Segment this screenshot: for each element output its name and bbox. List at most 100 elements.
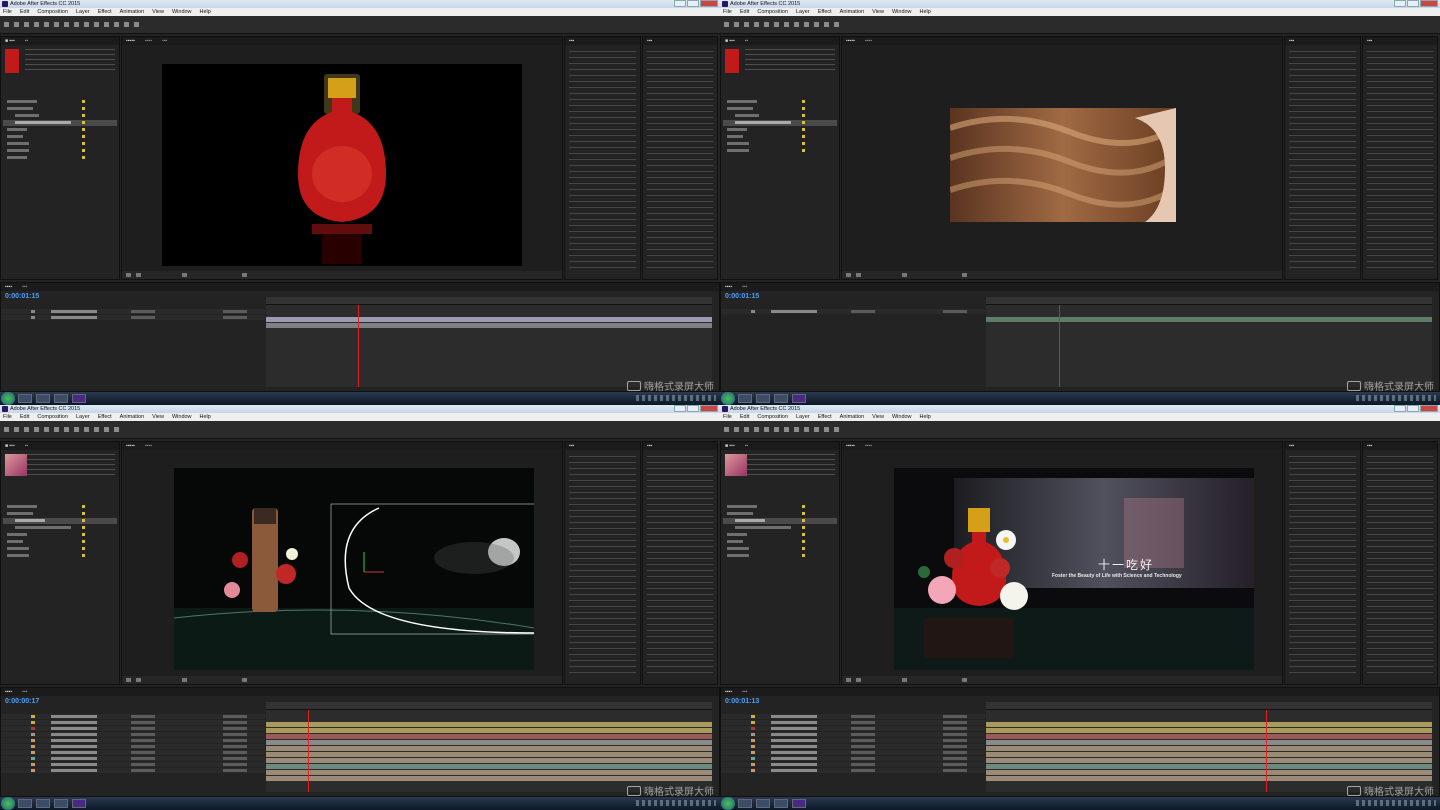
minimize-button[interactable] — [1394, 405, 1406, 412]
rotate-tool-icon[interactable] — [44, 427, 49, 432]
tab-footage[interactable]: ▪▪▪▪ — [865, 442, 872, 450]
pan-tool-icon[interactable] — [784, 427, 789, 432]
taskbar-ae[interactable] — [792, 394, 806, 403]
taskbar-ae[interactable] — [72, 799, 86, 808]
layer-bar[interactable] — [986, 722, 1432, 727]
tab-timeline[interactable]: ▪▪▪▪ — [725, 688, 732, 696]
timeline-area[interactable] — [266, 297, 712, 387]
rotate-tool-icon[interactable] — [764, 22, 769, 27]
time-ruler[interactable] — [986, 702, 1432, 710]
stamp-tool-icon[interactable] — [114, 427, 119, 432]
text-tool-icon[interactable] — [814, 427, 819, 432]
camera-tool-icon[interactable] — [54, 22, 59, 27]
taskbar-ae[interactable] — [792, 799, 806, 808]
menu-window[interactable]: Window — [892, 413, 912, 421]
menu-file[interactable]: File — [3, 413, 12, 421]
menu-file[interactable]: File — [723, 8, 732, 16]
tab-footage[interactable]: ▪▪▪▪ — [865, 37, 872, 45]
layer-bar[interactable] — [266, 323, 712, 328]
magnification-icon[interactable] — [846, 678, 851, 682]
pan-tool-icon[interactable] — [784, 22, 789, 27]
comp-viewer[interactable] — [949, 108, 1178, 222]
layer-bar[interactable] — [266, 734, 712, 739]
rotate-tool-icon[interactable] — [44, 22, 49, 27]
tab-effect-controls[interactable]: ▪▪ — [745, 37, 749, 45]
layer-bar[interactable] — [266, 776, 712, 781]
mask-tool-icon[interactable] — [74, 427, 79, 432]
menu-animation[interactable]: Animation — [840, 413, 864, 421]
grid-icon[interactable] — [856, 273, 861, 277]
menu-window[interactable]: Window — [172, 413, 192, 421]
brush-tool-icon[interactable] — [824, 427, 829, 432]
table-row[interactable] — [1, 750, 265, 755]
menu-edit[interactable]: Edit — [20, 8, 29, 16]
menu-layer[interactable]: Layer — [796, 413, 810, 421]
magnification-icon[interactable] — [126, 273, 131, 277]
menu-layer[interactable]: Layer — [76, 413, 90, 421]
list-item[interactable] — [3, 134, 117, 140]
list-item[interactable] — [723, 113, 837, 119]
timeline-area[interactable] — [986, 702, 1432, 792]
taskbar-app[interactable] — [774, 799, 788, 808]
menu-help[interactable]: Help — [200, 8, 211, 16]
layer-bar[interactable] — [986, 317, 1432, 322]
menu-composition[interactable]: Composition — [37, 8, 68, 16]
start-button[interactable] — [721, 797, 735, 810]
tab-effects[interactable]: ▪▪▪ — [647, 442, 652, 450]
text-tool-icon[interactable] — [94, 22, 99, 27]
list-item[interactable] — [723, 525, 837, 531]
list-item[interactable] — [723, 106, 837, 112]
table-row[interactable] — [1, 726, 265, 731]
tab-effect-controls[interactable]: ▪▪ — [745, 442, 749, 450]
list-item[interactable] — [3, 525, 117, 531]
list-item[interactable] — [723, 148, 837, 154]
list-item[interactable] — [3, 553, 117, 559]
list-item[interactable] — [723, 511, 837, 517]
menu-edit[interactable]: Edit — [740, 8, 749, 16]
list-item[interactable] — [3, 546, 117, 552]
camera-tool-icon[interactable] — [774, 427, 779, 432]
camera-icon[interactable] — [962, 273, 967, 277]
camera-icon[interactable] — [242, 273, 247, 277]
zoom-tool-icon[interactable] — [34, 427, 39, 432]
home-tool-icon[interactable] — [4, 427, 9, 432]
menu-effect[interactable]: Effect — [818, 413, 832, 421]
taskbar-app[interactable] — [54, 394, 68, 403]
layer-bar[interactable] — [986, 734, 1432, 739]
magnification-icon[interactable] — [846, 273, 851, 277]
menu-edit[interactable]: Edit — [20, 413, 29, 421]
grid-icon[interactable] — [136, 678, 141, 682]
menu-composition[interactable]: Composition — [37, 413, 68, 421]
table-row[interactable] — [721, 726, 985, 731]
table-row[interactable] — [721, 756, 985, 761]
comp-viewer[interactable]: 十一吃好 Foster the Beauty of Life with Scie… — [894, 468, 1254, 670]
list-item[interactable] — [723, 134, 837, 140]
list-item[interactable] — [3, 141, 117, 147]
list-item[interactable] — [723, 99, 837, 105]
list-item[interactable] — [723, 532, 837, 538]
taskbar-app[interactable] — [54, 799, 68, 808]
minimize-button[interactable] — [674, 405, 686, 412]
tab-info[interactable]: ▪▪▪ — [1289, 442, 1294, 450]
layer-bar[interactable] — [266, 770, 712, 775]
list-item[interactable] — [3, 511, 117, 517]
stamp-tool-icon[interactable] — [834, 427, 839, 432]
tab-effect-controls[interactable]: ▪▪ — [25, 37, 29, 45]
grid-icon[interactable] — [856, 678, 861, 682]
camera-icon[interactable] — [242, 678, 247, 682]
maximize-button[interactable] — [1407, 405, 1419, 412]
list-item[interactable] — [723, 120, 837, 126]
tab-effects[interactable]: ▪▪▪ — [647, 37, 652, 45]
zoom-tool-icon[interactable] — [754, 22, 759, 27]
maximize-button[interactable] — [687, 405, 699, 412]
tab-info[interactable]: ▪▪▪ — [569, 442, 574, 450]
menu-window[interactable]: Window — [172, 8, 192, 16]
tab-composition[interactable]: ▪▪▪▪▪ — [846, 442, 855, 450]
layer-bar[interactable] — [266, 317, 712, 322]
menu-view[interactable]: View — [152, 8, 164, 16]
close-button[interactable] — [1420, 0, 1438, 7]
select-tool-icon[interactable] — [14, 22, 19, 27]
menu-composition[interactable]: Composition — [757, 413, 788, 421]
camera-tool-icon[interactable] — [54, 427, 59, 432]
tab-footage[interactable]: ▪▪▪▪ — [145, 37, 152, 45]
